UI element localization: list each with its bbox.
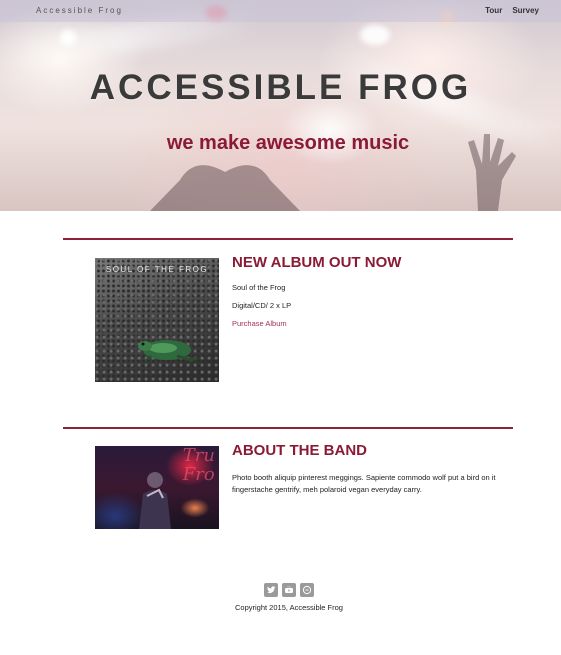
- hero-subtitle: we make awesome music: [166, 132, 410, 154]
- twitter-icon[interactable]: [263, 583, 278, 597]
- album-name: Soul of the Frog: [232, 283, 286, 292]
- about-heading: ABOUT THE BAND: [232, 442, 367, 459]
- band-photo-lettering: Tru Fro: [182, 446, 215, 485]
- hero-title: ACCESSIBLE FROG: [89, 68, 472, 107]
- top-navigation-bar: Accessible Frog Tour Survey: [0, 0, 561, 22]
- copyright-text: Copyright 2015, Accessible Frog: [235, 603, 343, 612]
- chat-icon[interactable]: [299, 583, 314, 597]
- youtube-icon[interactable]: You: [281, 583, 296, 597]
- album-cover-title: SOUL OF THE FROG: [105, 265, 209, 274]
- stage-light: [360, 25, 390, 45]
- section-divider: [63, 427, 513, 429]
- album-formats: Digital/CD/ 2 x LP: [232, 301, 292, 310]
- frog-illustration: [138, 340, 198, 362]
- singer-silhouette: [139, 472, 171, 529]
- about-description: Photo booth aliquip pinterest meggings. …: [232, 473, 496, 494]
- purchase-album-link[interactable]: Purchase Album: [232, 319, 287, 328]
- nav-survey-link[interactable]: Survey: [512, 6, 539, 15]
- band-photo: Tru Fro: [95, 446, 219, 529]
- hero-banner: Accessible Frog Tour Survey ACCESSIBLE F…: [0, 0, 561, 211]
- main-nav: Tour Survey: [485, 6, 539, 15]
- heart-hands-silhouette: [150, 165, 300, 211]
- album-heading: NEW ALBUM OUT NOW: [232, 254, 402, 271]
- nav-tour-link[interactable]: Tour: [485, 6, 502, 15]
- section-divider: [63, 238, 513, 240]
- album-cover-image: SOUL OF THE FROG: [95, 258, 219, 382]
- site-brand[interactable]: Accessible Frog: [36, 6, 123, 15]
- social-links: You: [0, 583, 561, 597]
